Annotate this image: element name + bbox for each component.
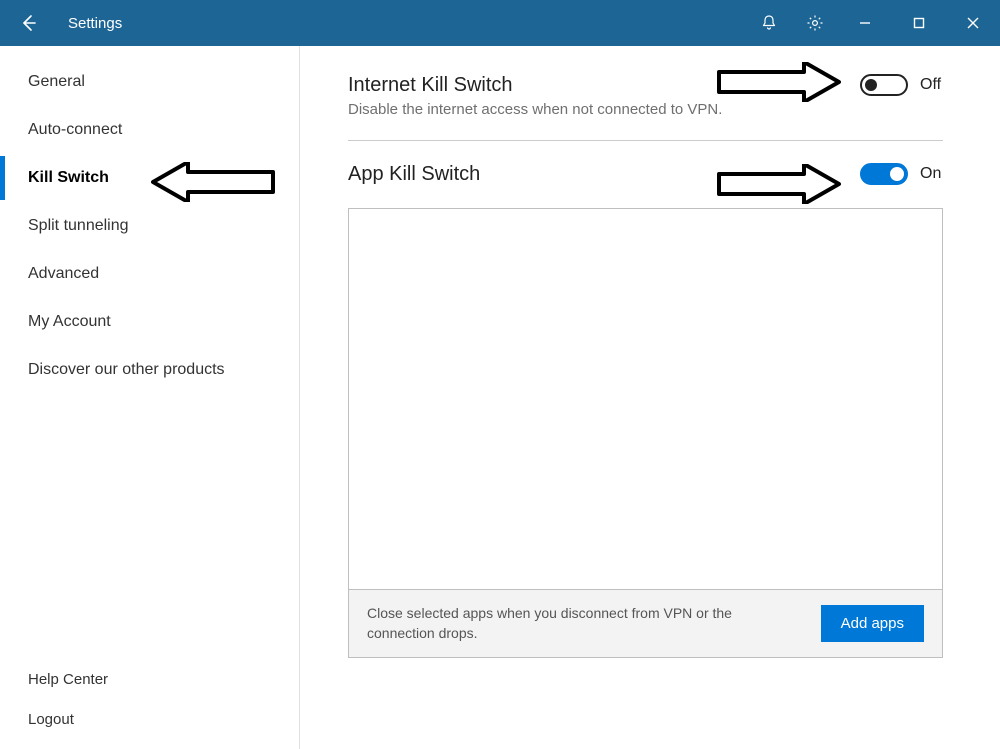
sidebar-item-label: General [28,73,85,91]
settings-body: Internet Kill Switch Disable the interne… [300,46,1000,749]
sidebar-item-my-account[interactable]: My Account [0,298,299,346]
sidebar-item-discover-products[interactable]: Discover our other products [0,346,299,394]
titlebar: Settings [0,0,1000,46]
bell-icon [760,14,778,32]
app-kill-switch-toggle[interactable] [860,163,908,185]
app-kill-switch-state: On [920,165,950,183]
sidebar-item-label: Auto-connect [28,121,122,139]
divider [348,140,943,141]
sidebar-item-general[interactable]: General [0,58,299,106]
sidebar-item-label: Split tunneling [28,217,129,235]
close-icon [967,17,979,29]
sidebar-item-label: Advanced [28,265,99,283]
window-maximize-button[interactable] [892,0,946,46]
sidebar-item-auto-connect[interactable]: Auto-connect [0,106,299,154]
app-kill-switch-description: Close selected apps when you disconnect … [367,604,801,643]
app-kill-switch-title: App Kill Switch [348,163,480,186]
internet-kill-switch-subtitle: Disable the internet access when not con… [348,101,722,118]
sidebar-item-kill-switch[interactable]: Kill Switch [0,154,299,202]
sidebar-item-label: Help Center [28,671,108,688]
app-kill-switch-row: App Kill Switch On [348,163,950,186]
sidebar-item-advanced[interactable]: Advanced [0,250,299,298]
window-minimize-button[interactable] [838,0,892,46]
internet-kill-switch-toggle[interactable] [860,74,908,96]
add-apps-button[interactable]: Add apps [821,605,924,642]
sidebar-item-label: Discover our other products [28,361,225,379]
toggle-knob [890,167,904,181]
window-close-button[interactable] [946,0,1000,46]
notifications-button[interactable] [746,0,792,46]
settings-gear-button[interactable] [792,0,838,46]
page-title: Settings [68,15,122,32]
arrow-left-icon [19,14,37,32]
minimize-icon [859,17,871,29]
sidebar-item-label: Kill Switch [28,169,109,187]
app-kill-switch-card: Close selected apps when you disconnect … [348,208,943,658]
internet-kill-switch-title: Internet Kill Switch [348,74,722,97]
main-area: General Auto-connect Kill Switch Split t… [0,46,1000,749]
back-button[interactable] [8,0,48,46]
sidebar: General Auto-connect Kill Switch Split t… [0,46,300,749]
gear-icon [806,14,824,32]
app-kill-switch-footer: Close selected apps when you disconnect … [349,589,942,657]
sidebar-item-help-center[interactable]: Help Center [0,659,299,699]
sidebar-item-label: My Account [28,313,111,331]
toggle-knob [865,79,877,91]
sidebar-item-logout[interactable]: Logout [0,699,299,739]
app-kill-switch-list[interactable] [349,209,942,589]
internet-kill-switch-row: Internet Kill Switch Disable the interne… [348,74,950,118]
sidebar-item-split-tunneling[interactable]: Split tunneling [0,202,299,250]
maximize-icon [913,17,925,29]
internet-kill-switch-state: Off [920,76,950,94]
sidebar-item-label: Logout [28,711,74,728]
